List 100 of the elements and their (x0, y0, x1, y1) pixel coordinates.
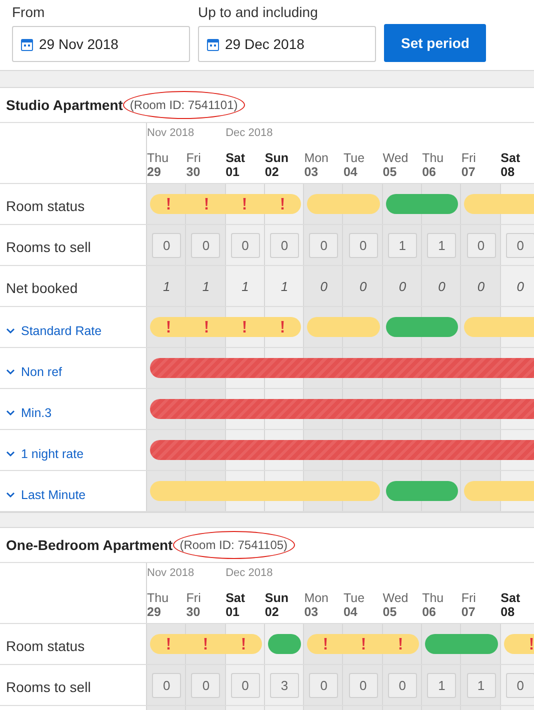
weekday-label: Thu (147, 591, 170, 605)
rooms-input[interactable]: 0 (348, 672, 378, 698)
weekday-label: Tue (343, 151, 366, 165)
rooms-input[interactable]: 0 (466, 232, 496, 258)
closed-bar[interactable] (150, 358, 534, 378)
table-cell: 0 (320, 278, 328, 294)
date-label: 03 (304, 605, 320, 619)
warning-bar[interactable] (150, 634, 262, 654)
room-name: Studio Apartment (6, 97, 123, 113)
chevron-icon (6, 492, 15, 498)
date-label: 04 (343, 605, 358, 619)
chevron-icon (6, 328, 15, 334)
weekday-label: Sat (500, 151, 522, 165)
weekday-label: Fri (461, 151, 477, 165)
weekday-label: Sat (500, 591, 522, 605)
weekday-label: Sun (264, 591, 290, 605)
rooms-input[interactable]: 1 (466, 672, 496, 698)
date-label: 02 (264, 605, 280, 619)
rooms-input[interactable]: 0 (191, 672, 220, 698)
row-label: Rooms to sell (6, 239, 91, 255)
rate-plan-link[interactable]: Last Minute (6, 488, 86, 502)
exclamation-icon (167, 321, 170, 333)
rooms-input[interactable]: 0 (230, 232, 260, 258)
exclamation-icon (242, 321, 246, 333)
rooms-input[interactable]: 0 (506, 232, 534, 258)
rooms-input[interactable]: 0 (348, 232, 378, 258)
date-label: 07 (461, 605, 476, 619)
date-label: 07 (461, 165, 476, 179)
exclamation-icon (530, 638, 534, 650)
field-label: From (12, 4, 46, 20)
date-label: 05 (382, 605, 398, 619)
rooms-input[interactable]: 3 (270, 672, 300, 698)
rooms-input[interactable]: 0 (191, 232, 220, 258)
exclamation-icon (280, 198, 284, 210)
exclamation-icon (242, 198, 246, 210)
table-cell: 0 (438, 278, 446, 294)
rooms-input[interactable]: 0 (309, 232, 338, 258)
weekday-label: Mon (304, 151, 330, 165)
rooms-input[interactable]: 1 (427, 672, 456, 698)
available-bar[interactable] (386, 317, 458, 337)
date-field[interactable]: 29 Dec 2018 (198, 26, 376, 62)
chevron-icon (6, 410, 15, 416)
closed-bar[interactable] (150, 399, 534, 419)
rooms-input[interactable]: 1 (388, 232, 417, 258)
exclamation-icon (324, 638, 328, 650)
warning-bar[interactable] (307, 634, 420, 654)
date-field[interactable]: 29 Nov 2018 (12, 26, 190, 62)
rooms-input[interactable]: 0 (309, 672, 338, 698)
weekday-label: Fri (186, 151, 202, 165)
table-cell: 0 (477, 278, 485, 294)
row-label: Room status (6, 638, 85, 654)
room-id: (Room ID: 7541105) (172, 531, 295, 559)
available-bar[interactable] (425, 634, 498, 654)
exclamation-icon (205, 198, 208, 210)
table-cell: 0 (516, 278, 524, 294)
rooms-input[interactable]: 1 (427, 232, 456, 258)
rooms-input[interactable]: 0 (388, 672, 417, 698)
month-label: Dec 2018 (226, 567, 273, 579)
row-label: Room status (6, 198, 85, 214)
rooms-input[interactable]: 0 (506, 672, 534, 698)
date-label: 04 (343, 165, 358, 179)
closed-bar[interactable] (150, 440, 534, 460)
room-name: One-Bedroom Apartment (6, 537, 173, 553)
exclamation-icon (398, 638, 402, 650)
chevron-icon (6, 451, 15, 457)
date-label: 06 (422, 165, 437, 179)
rooms-input[interactable]: 0 (230, 672, 260, 698)
rooms-input[interactable]: 0 (152, 232, 182, 258)
available-bar[interactable] (386, 194, 458, 214)
month-label: Nov 2018 (147, 567, 194, 579)
weekday-label: Wed (382, 591, 410, 605)
table-cell: 1 (163, 278, 170, 294)
table-cell: 1 (202, 278, 210, 294)
set-period-button[interactable]: Set period (384, 24, 486, 62)
calendar-icon (207, 38, 219, 50)
date-label: 03 (304, 165, 320, 179)
weekday-label: Tue (343, 591, 366, 605)
row-label: Net booked (6, 280, 78, 296)
warning-bar[interactable] (150, 194, 302, 214)
weekday-label: Sun (264, 151, 290, 165)
warning-bar[interactable] (150, 317, 302, 337)
date-label: 02 (264, 165, 280, 179)
available-bar[interactable] (386, 481, 458, 501)
rate-plan-link[interactable]: Non ref (6, 365, 62, 379)
rate-plan-link[interactable]: Min.3 (6, 406, 52, 420)
rate-plan-link[interactable]: Standard Rate (6, 324, 102, 338)
table-cell: 1 (242, 278, 249, 294)
rooms-input[interactable]: 0 (270, 232, 300, 258)
weekday-label: Wed (382, 151, 410, 165)
weekday-label: Sat (226, 151, 246, 165)
weekday-label: Fri (186, 591, 202, 605)
rate-plan-link[interactable]: 1 night rate (6, 447, 84, 461)
month-label: Dec 2018 (226, 127, 273, 139)
weekday-label: Thu (147, 151, 170, 165)
weekday-label: Thu (422, 151, 445, 165)
table-cell: 0 (398, 278, 406, 294)
date-label: 08 (500, 165, 516, 179)
date-label: 30 (186, 165, 202, 179)
rooms-input[interactable]: 0 (152, 672, 182, 698)
exclamation-icon (167, 638, 170, 650)
